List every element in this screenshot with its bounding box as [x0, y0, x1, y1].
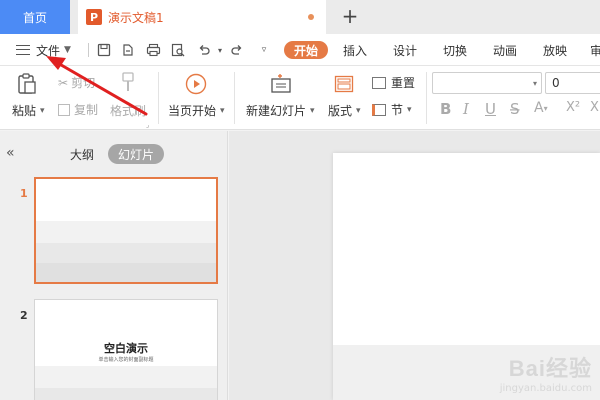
- cut-button[interactable]: ✂ 剪切: [58, 74, 95, 91]
- scissors-icon: ✂: [58, 75, 69, 90]
- paste-button[interactable]: 粘贴 ▾: [12, 102, 45, 119]
- cut-label: 剪切: [71, 76, 96, 90]
- reset-button[interactable]: 重置: [372, 74, 415, 91]
- format-painter-icon[interactable]: [118, 70, 138, 96]
- watermark-logo: Bai经验: [508, 356, 592, 381]
- section-button[interactable]: 节 ▾: [372, 101, 412, 118]
- unsaved-dot-icon: [308, 14, 314, 20]
- undo-dropdown-chevron-icon[interactable]: ▾: [212, 42, 228, 58]
- strikethrough-icon[interactable]: S̶: [510, 100, 520, 118]
- redo-icon[interactable]: [229, 42, 245, 58]
- font-color-icon[interactable]: A ▾: [534, 100, 548, 116]
- clipboard-expand-icon[interactable]: ⌟: [146, 121, 149, 129]
- play-icon[interactable]: [184, 72, 208, 96]
- reset-icon: [372, 76, 386, 89]
- new-slide-button[interactable]: 新建幻灯片 ▾: [246, 102, 315, 119]
- font-name-combo[interactable]: ▾: [432, 72, 542, 94]
- divider: [234, 72, 235, 124]
- tab-transition[interactable]: 切换: [443, 41, 467, 59]
- copy-label: 复制: [74, 103, 99, 117]
- copy-button[interactable]: 复制: [58, 101, 98, 118]
- paste-icon[interactable]: [16, 72, 38, 96]
- tab-review[interactable]: 审: [590, 41, 600, 59]
- play-from-current-button[interactable]: 当页开始 ▾: [168, 102, 225, 119]
- underline-icon[interactable]: U: [485, 100, 496, 118]
- chevron-down-icon: ▾: [356, 105, 361, 116]
- divider: [426, 72, 427, 124]
- print-preview-icon[interactable]: [170, 42, 186, 58]
- thumbnail-subtitle: 单击输入您的封面副标题: [98, 357, 154, 363]
- save-icon[interactable]: [96, 42, 112, 58]
- font-size-value: 0: [552, 76, 560, 90]
- copy-icon: [58, 103, 70, 116]
- home-tab[interactable]: 首页: [0, 0, 70, 34]
- customize-toolbar-chevron-icon[interactable]: ▿: [256, 42, 272, 58]
- file-menu-label: 文件: [36, 43, 61, 58]
- chevron-down-icon: ▾: [407, 104, 412, 115]
- paste-label: 粘贴: [12, 104, 37, 118]
- divider: [88, 43, 89, 57]
- thumbnail-title: 空白演示: [104, 342, 148, 355]
- slide-number: 1: [20, 187, 28, 200]
- presentation-icon: P: [86, 9, 102, 25]
- tab-home-start[interactable]: 开始: [284, 41, 329, 59]
- italic-icon[interactable]: I: [463, 100, 469, 118]
- reset-label: 重置: [391, 76, 416, 90]
- superscript-icon[interactable]: X²: [566, 100, 580, 115]
- new-slide-label: 新建幻灯片: [246, 104, 307, 118]
- collapse-panel-icon[interactable]: «: [6, 145, 15, 161]
- tab-bar: 首页 P 演示文稿1 +: [0, 0, 600, 34]
- menu-row: 文件 ▼ ▾ ▿ 开始 插入 设计 切换 动画 放映 审: [0, 34, 600, 66]
- slide-panel: « 大纲 幻灯片 1 2 空白演示 单击输入您的封面副标题: [0, 131, 228, 400]
- chevron-down-icon: ▼: [64, 45, 71, 55]
- print-icon[interactable]: [145, 42, 161, 58]
- tab-insert[interactable]: 插入: [343, 41, 367, 59]
- document-tab-title: 演示文稿1: [108, 10, 164, 25]
- tab-slideshow[interactable]: 放映: [543, 41, 567, 59]
- slide-thumbnail-1[interactable]: [34, 177, 218, 284]
- layout-label: 版式: [328, 104, 353, 118]
- new-slide-icon[interactable]: [268, 72, 294, 96]
- subscript-icon[interactable]: X: [590, 100, 599, 115]
- tab-design[interactable]: 设计: [393, 41, 417, 59]
- ribbon: 粘贴 ▾ ✂ 剪切 复制 格式刷 ⌟ 当页开始 ▾ 新建幻灯片 ▾ 版式 ▾ 重…: [0, 66, 600, 130]
- document-tab[interactable]: P 演示文稿1: [78, 0, 326, 34]
- tab-animation[interactable]: 动画: [493, 41, 517, 59]
- undo-icon[interactable]: [196, 42, 212, 58]
- chevron-down-icon: ▾: [40, 105, 45, 116]
- slide-thumbnail-2[interactable]: 空白演示 单击输入您的封面副标题: [34, 299, 218, 400]
- format-painter-button[interactable]: 格式刷: [110, 102, 146, 119]
- chevron-down-icon: ▾: [220, 105, 225, 116]
- file-menu-button[interactable]: 文件 ▼: [16, 40, 71, 60]
- tab-slides[interactable]: 幻灯片: [108, 144, 165, 164]
- bold-icon[interactable]: B: [440, 100, 451, 118]
- chevron-down-icon: ▾: [310, 105, 315, 116]
- watermark: Bai经验 jingyan.baidu.com: [500, 351, 592, 394]
- slide-number: 2: [20, 309, 28, 322]
- font-size-combo[interactable]: 0: [545, 72, 600, 94]
- layout-icon[interactable]: [333, 74, 355, 94]
- hamburger-icon: [16, 45, 30, 55]
- section-label: 节: [391, 103, 404, 117]
- divider: [158, 72, 159, 124]
- new-tab-plus-icon[interactable]: +: [338, 4, 362, 28]
- watermark-url: jingyan.baidu.com: [499, 383, 592, 394]
- chevron-down-icon: ▾: [532, 78, 537, 88]
- layout-button[interactable]: 版式 ▾: [328, 102, 361, 119]
- tab-outline[interactable]: 大纲: [70, 144, 94, 164]
- section-icon: [372, 103, 386, 116]
- export-icon[interactable]: [120, 42, 136, 58]
- play-from-current-label: 当页开始: [168, 104, 217, 118]
